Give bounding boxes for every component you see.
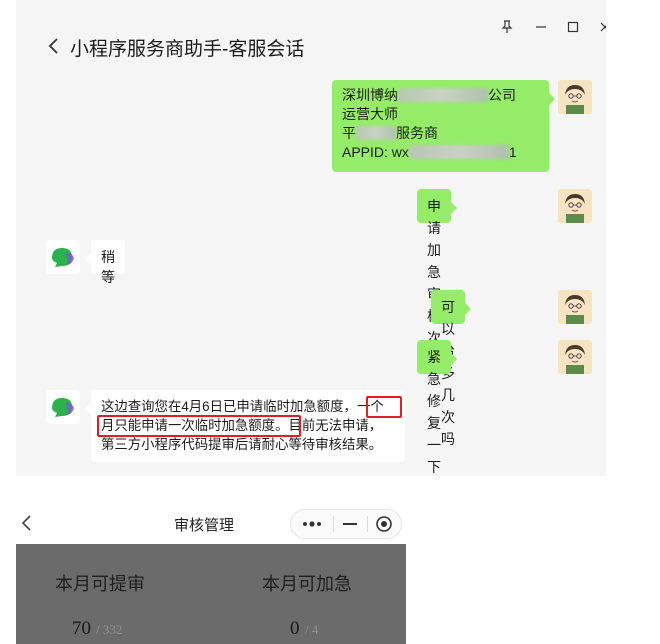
back-chevron-icon[interactable] — [46, 36, 66, 56]
divider — [333, 516, 334, 532]
close-icon[interactable] — [596, 18, 606, 36]
stats-panel: 本月可提审 70 / 332 本月可加急 0 / 4 — [16, 544, 406, 644]
redacted-text — [398, 88, 488, 102]
capsule-menu — [290, 509, 402, 539]
stat-value: 70 — [72, 618, 91, 639]
user-avatar-icon[interactable] — [558, 189, 592, 223]
chevron-left-icon[interactable] — [20, 512, 34, 540]
user-avatar-icon[interactable] — [558, 290, 592, 324]
bot-bubble[interactable]: 稍等 — [85, 240, 125, 285]
user-bubble[interactable]: 紧急修复一下问题 — [417, 340, 457, 475]
chat-window: 小程序服务商助手-客服会话 深圳博纳 公司 运营大师 平 服务商 APPID: wx… — [16, 0, 606, 476]
stat-total: / 332 — [96, 622, 123, 637]
page-title: 审核管理 — [174, 517, 235, 534]
divider — [367, 516, 368, 532]
minimize-icon[interactable] — [532, 18, 550, 36]
stat-value: 0 — [290, 618, 300, 639]
bubble-text: 这边查询您在4月6日已申请临时加急额度， — [101, 399, 357, 414]
bubble-text: 1 — [508, 144, 517, 160]
miniprogram-window: 审核管理 本月可提审 70 / 332 本月可加急 0 / 4 — [16, 506, 406, 644]
chat-titlebar: 小程序服务商助手-客服会话 — [16, 0, 606, 76]
redacted-text — [356, 126, 396, 140]
stat-label: 本月可加急 — [262, 574, 352, 594]
record-icon[interactable] — [375, 515, 393, 533]
minimize-icon[interactable] — [341, 517, 359, 531]
bubble-text: 平 — [342, 125, 356, 141]
bubble-text: 服务商 — [396, 125, 438, 141]
stat-total: / 4 — [305, 622, 319, 637]
more-dots-icon[interactable] — [301, 517, 325, 531]
miniprogram-header: 审核管理 — [16, 506, 406, 544]
bubble-text: 第三方小程序代码提审后请耐心等待审核结果。 — [101, 437, 383, 452]
stat-label: 本月可提审 — [55, 574, 145, 594]
bubble-text: 运营大师 — [342, 106, 398, 122]
user-bubble[interactable]: 申请加急审核次数 — [417, 189, 457, 368]
user-bubble[interactable]: 可以给多几次吗 — [431, 290, 471, 447]
bubble-text: APPID: wx — [342, 144, 409, 160]
bubble-text: 深圳博纳 — [342, 87, 398, 103]
bot-logo-icon[interactable] — [46, 390, 80, 424]
highlight-box — [366, 396, 402, 418]
bubble-text: 公司 — [488, 87, 516, 103]
chat-title: 小程序服务商助手-客服会话 — [70, 39, 305, 60]
user-avatar-icon[interactable] — [558, 80, 592, 114]
user-avatar-icon[interactable] — [558, 340, 592, 374]
redacted-text — [408, 145, 509, 159]
highlight-box — [97, 415, 301, 437]
maximize-icon[interactable] — [564, 18, 582, 36]
user-bubble[interactable]: 深圳博纳 公司 运营大师 平 服务商 APPID: wx 1 — [332, 80, 555, 172]
pin-icon[interactable] — [498, 18, 516, 36]
bot-logo-icon[interactable] — [46, 240, 80, 274]
